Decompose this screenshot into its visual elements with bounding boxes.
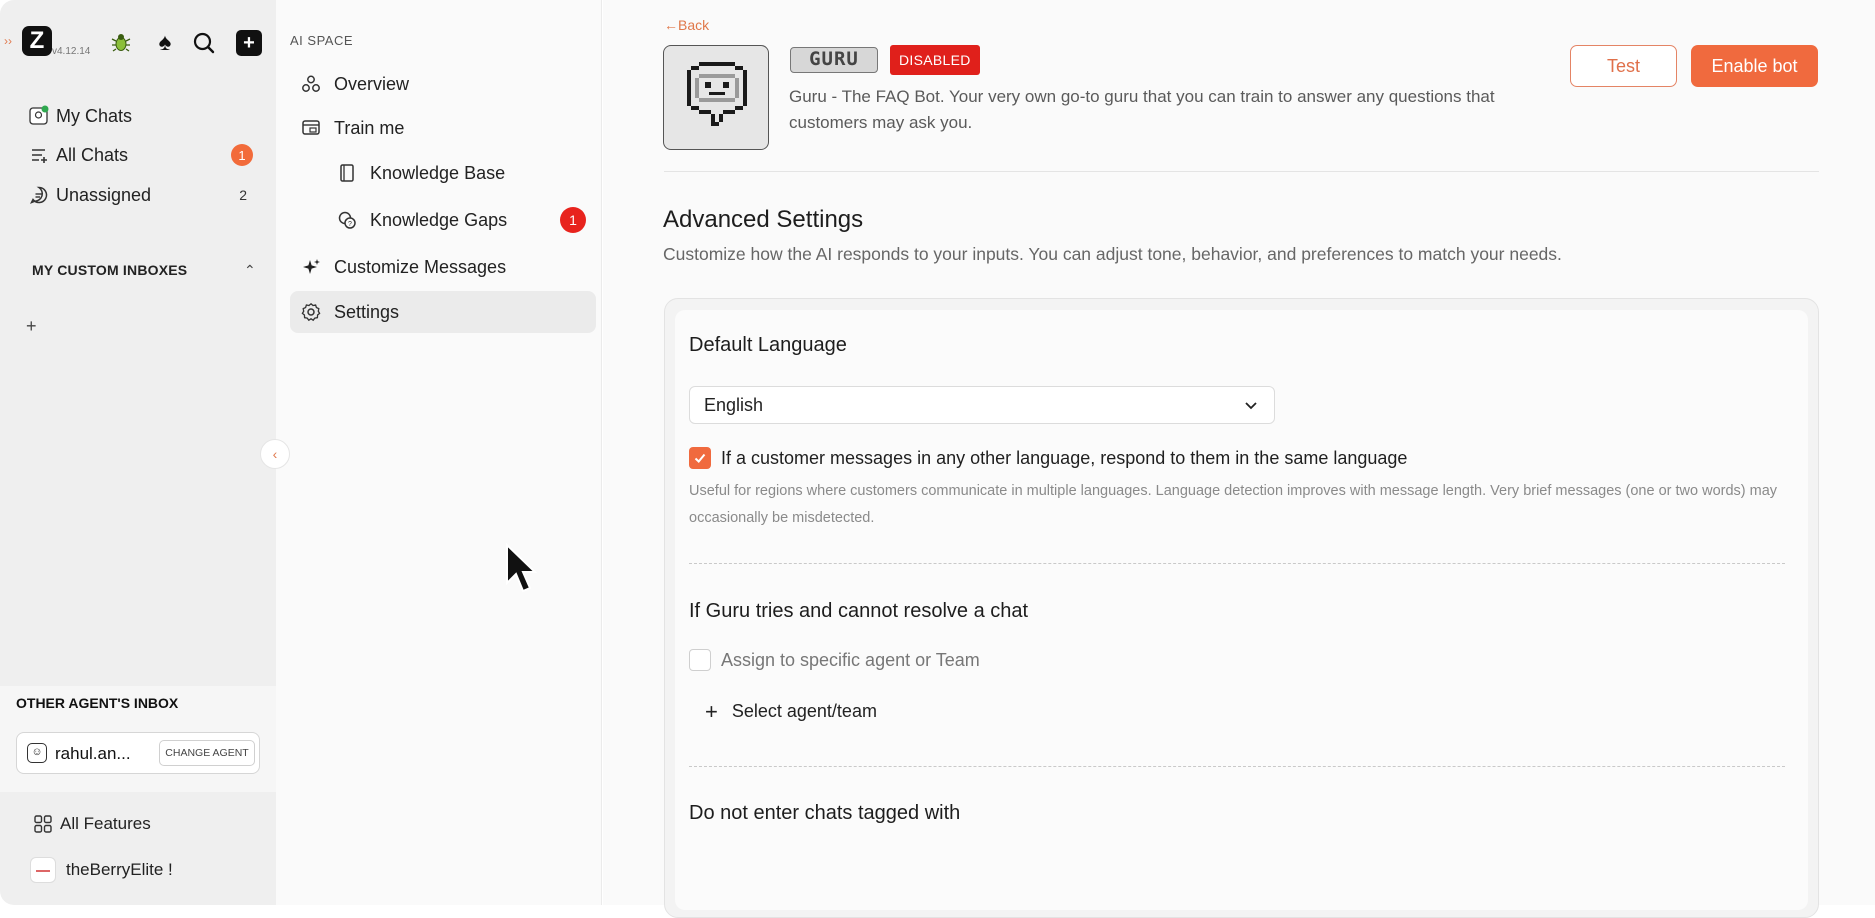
language-select[interactable]: English bbox=[689, 386, 1275, 424]
subnav-train-me[interactable]: Train me bbox=[290, 107, 596, 149]
collapse-sidebar-button[interactable]: ‹ bbox=[260, 439, 290, 469]
rail-toolbar: ›› Z v4.12.14 ♠ + bbox=[0, 22, 276, 62]
same-language-checkbox[interactable] bbox=[689, 447, 711, 469]
arrow-left-icon: ← bbox=[664, 17, 678, 33]
gear-icon bbox=[300, 301, 322, 323]
subnav-label: Settings bbox=[334, 301, 400, 322]
spade-icon[interactable]: ♠ bbox=[152, 30, 178, 56]
plus-icon: + bbox=[705, 698, 718, 724]
nav-label: Unassigned bbox=[56, 184, 152, 205]
main-content: ←Back GURU DISABLED Guru - The FAQ Bot. … bbox=[603, 0, 1875, 918]
subnav-label: Knowledge Base bbox=[370, 162, 506, 183]
chevron-left-icon: ‹ bbox=[272, 446, 278, 462]
agent-avatar-icon: ☺ bbox=[27, 743, 47, 763]
overview-icon bbox=[300, 73, 322, 95]
subnav-label: Train me bbox=[334, 117, 405, 138]
nav-label: All Chats bbox=[56, 144, 129, 165]
subnav-overview[interactable]: Overview bbox=[290, 63, 596, 105]
test-button[interactable]: Test bbox=[1570, 45, 1677, 87]
default-language-title: Default Language bbox=[689, 334, 847, 356]
app-logo[interactable]: Z bbox=[22, 26, 52, 56]
new-chat-button[interactable]: + bbox=[236, 30, 262, 56]
subnav-settings[interactable]: Settings bbox=[290, 291, 596, 333]
subnav-knowledge-base[interactable]: Knowledge Base bbox=[290, 152, 596, 194]
nav-my-chats[interactable]: My Chats bbox=[28, 101, 253, 131]
bot-description: Guru - The FAQ Bot. Your very own go-to … bbox=[789, 87, 1495, 132]
subnav-label: Knowledge Gaps bbox=[370, 209, 508, 230]
select-agent-team-button[interactable]: + Select agent/team bbox=[705, 698, 877, 724]
same-language-label: If a customer messages in any other lang… bbox=[721, 447, 1408, 468]
check-icon bbox=[694, 453, 706, 463]
enable-bot-button[interactable]: Enable bot bbox=[1691, 45, 1818, 87]
svg-text:?: ? bbox=[348, 221, 352, 228]
grid-icon bbox=[34, 815, 52, 833]
subnav-knowledge-gaps[interactable]: ? Knowledge Gaps 1 bbox=[290, 199, 596, 241]
header-divider bbox=[664, 171, 1819, 172]
org-switcher[interactable]: theBerryElite ! bbox=[30, 857, 173, 883]
assign-agent-option[interactable]: Assign to specific agent or Team bbox=[689, 649, 980, 671]
bot-name: GURU bbox=[790, 47, 878, 73]
assign-agent-checkbox[interactable] bbox=[689, 649, 711, 671]
book-icon bbox=[336, 162, 358, 184]
all-features-label: All Features bbox=[60, 814, 151, 833]
add-inbox-button[interactable]: + bbox=[26, 316, 37, 337]
org-name: theBerryElite ! bbox=[66, 860, 173, 879]
chevron-up-icon[interactable]: ⌃ bbox=[244, 262, 256, 279]
unresolved-title: If Guru tries and cannot resolve a chat bbox=[689, 600, 1029, 622]
advanced-settings-title: Advanced Settings bbox=[663, 206, 864, 233]
chat-bubble-icon bbox=[28, 184, 50, 206]
other-agents-panel: OTHER AGENT'S INBOX ☺ rahul.an... CHANGE… bbox=[0, 686, 276, 792]
back-label: Back bbox=[678, 17, 710, 33]
agent-name: rahul.an... bbox=[55, 744, 131, 763]
train-icon bbox=[300, 117, 322, 139]
subnav-label: Overview bbox=[334, 73, 410, 94]
change-agent-button[interactable]: CHANGE AGENT bbox=[159, 740, 255, 766]
other-agents-title: OTHER AGENT'S INBOX bbox=[16, 695, 179, 711]
search-icon[interactable] bbox=[191, 30, 217, 56]
knowledge-gaps-icon: ? bbox=[336, 209, 358, 231]
knowledge-gaps-badge: 1 bbox=[560, 207, 586, 233]
status-badge: DISABLED bbox=[890, 45, 980, 75]
all-features-link[interactable]: All Features bbox=[34, 814, 151, 834]
language-select-value: English bbox=[704, 395, 764, 415]
expand-icon[interactable]: ›› bbox=[4, 34, 12, 48]
same-language-option[interactable]: If a customer messages in any other lang… bbox=[689, 447, 1407, 469]
section-divider bbox=[689, 563, 1785, 564]
settings-card: Default Language English If a customer m… bbox=[675, 310, 1808, 910]
back-link[interactable]: ←Back bbox=[664, 17, 709, 33]
language-help-text: Useful for regions where customers commu… bbox=[689, 483, 1778, 526]
mouse-cursor-icon bbox=[506, 543, 538, 593]
unassigned-count: 2 bbox=[239, 187, 247, 203]
advanced-settings-description: Customize how the AI responds to your in… bbox=[663, 244, 1562, 264]
chevron-down-icon bbox=[1245, 402, 1257, 410]
list-icon bbox=[28, 144, 50, 166]
custom-inboxes-title: MY CUSTOM INBOXES bbox=[32, 262, 188, 278]
assign-agent-label: Assign to specific agent or Team bbox=[721, 649, 980, 670]
subnav-customize-messages[interactable]: Customize Messages bbox=[290, 246, 596, 288]
nav-all-chats[interactable]: All Chats 1 bbox=[28, 140, 253, 170]
all-chats-badge: 1 bbox=[231, 144, 253, 166]
bot-avatar bbox=[663, 45, 769, 150]
subnav-label: Customize Messages bbox=[334, 256, 507, 277]
org-logo bbox=[30, 857, 56, 883]
sparkle-icon bbox=[300, 256, 322, 278]
app-version: v4.12.14 bbox=[52, 46, 91, 57]
nav-label: My Chats bbox=[56, 105, 133, 126]
my-chats-icon bbox=[28, 105, 50, 127]
section-divider bbox=[689, 766, 1785, 767]
select-agent-team-label: Select agent/team bbox=[731, 701, 877, 721]
pixel-bot-icon bbox=[687, 62, 747, 126]
ai-space-nav: AI SPACE Overview Train me Knowledge Bas… bbox=[276, 0, 602, 905]
agent-card: ☺ rahul.an... CHANGE AGENT bbox=[16, 732, 260, 774]
tagged-chats-title: Do not enter chats tagged with bbox=[689, 802, 961, 824]
ai-space-header: AI SPACE bbox=[290, 33, 354, 48]
nav-unassigned[interactable]: Unassigned 2 bbox=[28, 180, 253, 210]
bug-icon[interactable] bbox=[108, 30, 134, 56]
left-rail: ›› Z v4.12.14 ♠ + My Chats All Chats 1 U… bbox=[0, 0, 276, 905]
